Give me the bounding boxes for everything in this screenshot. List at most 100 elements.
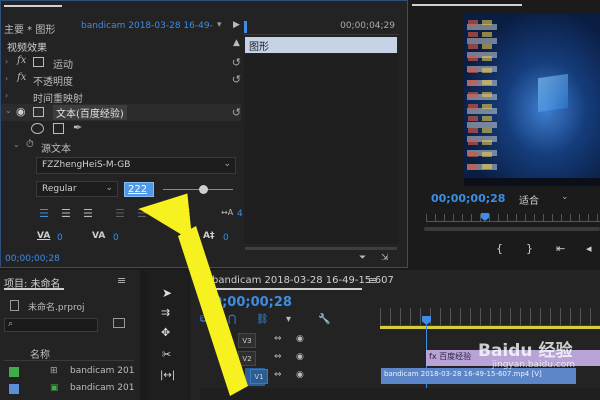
expand-chevron-icon[interactable]: › <box>5 74 8 83</box>
project-file-icon <box>10 300 19 311</box>
graphic-clip-label: 图形 <box>249 42 269 53</box>
font-family-dropdown[interactable]: FZZhengHeiS-M-GB ⌄ <box>36 157 236 174</box>
fit-dropdown[interactable]: 适合 ⌄ <box>515 192 585 207</box>
eye-icon[interactable]: ◉ <box>16 105 26 118</box>
source-clip-label[interactable]: bandicam 2018-03-28 16-49-15-607... <box>81 21 213 31</box>
expand-chevron-icon[interactable]: › <box>5 57 8 66</box>
effect-controls-timecode[interactable]: 00;00;00;28 <box>5 254 60 264</box>
monitor-tab-underline <box>412 4 522 6</box>
mini-playhead[interactable] <box>244 21 247 33</box>
arrow-shaft <box>178 226 248 396</box>
baidu-watermark: Baidu 经验 jingyan.baidu.com <box>478 336 598 376</box>
graphic-clip-bar[interactable]: 图形 <box>245 37 397 53</box>
annotation-arrow <box>138 193 248 396</box>
effect-name: 不透明度 <box>33 77 73 88</box>
baidu-watermark-brand: Baidu 经验 <box>478 341 573 361</box>
tab-underline <box>4 5 62 7</box>
new-bin-icon[interactable] <box>113 318 125 328</box>
pen-mask-icon[interactable]: ✒ <box>73 121 82 134</box>
panel-scroll-arrow-icon[interactable]: ▲ <box>233 38 240 48</box>
video-effects-header: 视频效果 <box>7 43 47 54</box>
stopwatch-icon[interactable]: ⏱ <box>26 139 34 150</box>
sequence-icon: ⊞ <box>50 366 58 376</box>
eye-icon[interactable]: ◉ <box>296 370 304 380</box>
align-right-icon[interactable]: ☰ <box>83 207 93 220</box>
source-text-row[interactable]: ⌄ ⏱ 源文本 <box>1 138 241 155</box>
timeline-menu-icon[interactable]: ≡ <box>368 274 377 287</box>
fx-icon[interactable]: fx <box>17 72 26 83</box>
program-timecode[interactable]: 00;00;00;28 <box>431 192 505 205</box>
settings-wrench-icon[interactable]: 🔧 <box>318 314 330 325</box>
text-layer-name[interactable]: 文本(百度经验) <box>53 105 127 120</box>
mini-timeline-scrollbar[interactable] <box>245 247 397 250</box>
project-item[interactable]: ▣ bandicam 201 <box>4 382 136 396</box>
justify-left-icon[interactable]: ☰ <box>115 207 125 220</box>
work-area-bar[interactable] <box>380 326 600 329</box>
mini-timeline-ruler[interactable]: 00;00;04;29 <box>244 21 399 35</box>
audio-track-row <box>200 388 600 400</box>
footer-filter-icon[interactable]: ⏷ <box>359 253 366 263</box>
align-left-icon[interactable]: ☰ <box>39 207 49 220</box>
fx-icon[interactable]: fx <box>17 55 26 66</box>
effect-row-time-remap[interactable]: › 时间重映射 <box>1 88 241 105</box>
font-style-dropdown[interactable]: Regular ⌄ <box>36 181 118 197</box>
collapse-chevron-icon[interactable]: ⌄ <box>13 140 20 149</box>
tracking-va-value[interactable]: 0 <box>113 233 119 243</box>
project-item-name: bandicam 201 <box>70 366 135 376</box>
taskbar <box>464 178 600 186</box>
text-layer-row[interactable]: ⌄ ◉ 文本(百度经验) ↺ <box>1 104 241 121</box>
mark-out-icon[interactable]: } <box>526 242 533 255</box>
toggle-sync-icon[interactable]: ⇔ <box>274 334 282 344</box>
monitor-ruler[interactable] <box>426 214 600 222</box>
kerning-value[interactable]: 0 <box>57 233 63 243</box>
reset-icon[interactable]: ↺ <box>232 73 241 86</box>
clip-icon: ▣ <box>50 383 59 393</box>
column-name-header[interactable]: 名称 <box>30 346 50 361</box>
play-only-icon[interactable]: ▶ <box>233 20 240 30</box>
project-menu-icon[interactable]: ≡ <box>117 274 126 287</box>
dropdown-arrow-icon[interactable]: ▾ <box>217 20 222 30</box>
eye-icon[interactable]: ◉ <box>296 334 304 344</box>
monitor-scroll[interactable] <box>424 227 600 231</box>
timeline-ruler[interactable] <box>380 308 600 326</box>
reset-icon[interactable]: ↺ <box>232 56 241 69</box>
program-video-frame[interactable] <box>464 14 600 186</box>
mini-timeline-area <box>244 54 399 244</box>
toggle-sync-icon[interactable]: ⇔ <box>274 370 282 380</box>
font-style-value: Regular <box>42 184 77 194</box>
label-color-swatch <box>9 367 19 377</box>
eye-icon[interactable]: ◉ <box>296 352 304 362</box>
chevron-down-icon: ⌄ <box>105 183 113 193</box>
effect-controls-tab[interactable]: 主要 * 图形 <box>4 21 55 36</box>
expand-chevron-icon[interactable]: › <box>5 91 8 100</box>
chevron-down-icon: ⌄ <box>223 159 231 169</box>
align-center-icon[interactable]: ☰ <box>61 207 71 220</box>
project-item[interactable]: ⊞ bandicam 201 <box>4 365 136 379</box>
mask-tools: ✒ <box>31 121 91 136</box>
search-icon: ⌕ <box>8 319 14 329</box>
graphic-clip-name: fx 百度经验 <box>429 352 472 361</box>
desktop-icons-col2 <box>482 20 492 170</box>
project-search-input[interactable]: ⌕ <box>4 318 98 332</box>
effect-row-opacity[interactable]: › fx 不透明度 ↺ <box>1 71 241 88</box>
transform-box-icon <box>33 57 44 67</box>
reset-icon[interactable]: ↺ <box>232 106 241 119</box>
add-marker-icon[interactable]: ▾ <box>286 314 291 325</box>
effect-row-motion[interactable]: › fx 运动 ↺ <box>1 54 241 71</box>
track-label[interactable]: V1 <box>250 369 268 384</box>
step-back-icon[interactable]: ◂ <box>586 242 592 255</box>
linked-selection-icon[interactable]: ⛓ <box>256 314 269 325</box>
column-divider <box>4 360 134 361</box>
go-to-in-icon[interactable]: ⇤ <box>556 242 565 255</box>
windows-logo <box>538 73 568 113</box>
toggle-sync-icon[interactable]: ⇔ <box>274 352 282 362</box>
mark-in-icon[interactable]: { <box>496 242 503 255</box>
ellipse-mask-icon[interactable] <box>31 123 44 134</box>
footer-export-icon[interactable]: ⇲ <box>381 253 389 263</box>
project-file-name: 未命名.prproj <box>28 303 85 313</box>
font-family-value: FZZhengHeiS-M-GB <box>42 160 131 170</box>
kerning-icon[interactable]: VA <box>37 231 50 241</box>
rectangle-mask-icon[interactable] <box>53 123 64 134</box>
collapse-chevron-icon[interactable]: ⌄ <box>5 106 12 115</box>
tracking-va-icon[interactable]: VA <box>92 231 105 241</box>
